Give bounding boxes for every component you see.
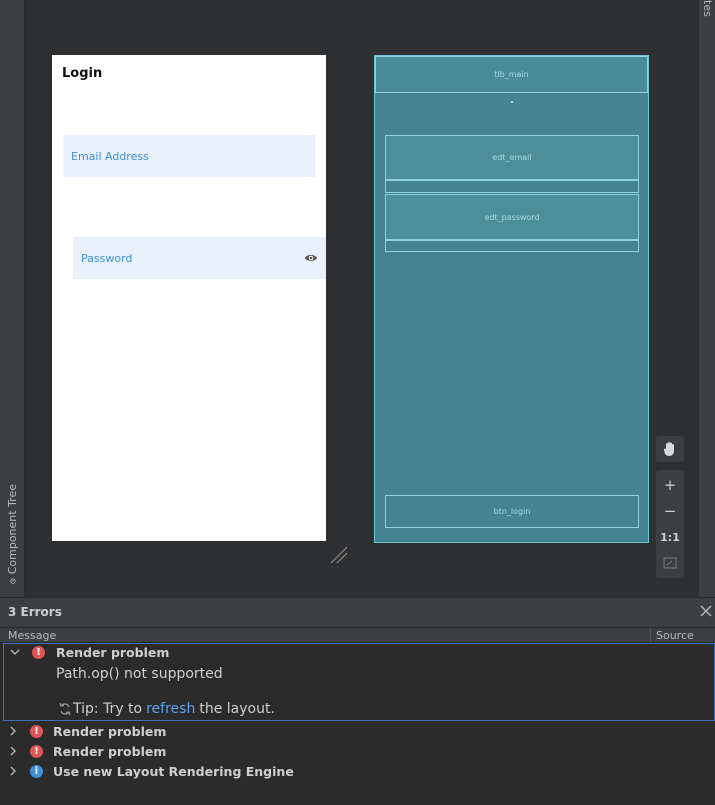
component-tree-icon xyxy=(10,578,16,584)
blueprint-login-button[interactable]: btn_login xyxy=(385,495,639,528)
column-source[interactable]: Source xyxy=(656,628,694,643)
error-row-render-problem-2[interactable]: ! Render problem xyxy=(0,722,715,742)
info-row-layout-engine[interactable]: i Use new Layout Rendering Engine xyxy=(0,762,715,782)
info-row-label: Use new Layout Rendering Engine xyxy=(53,764,294,779)
chevron-right-icon[interactable] xyxy=(8,726,18,736)
error-row-label: Render problem xyxy=(56,645,170,660)
blueprint-password-id: edt_password xyxy=(484,212,540,222)
tip-prefix: Tip: Try to xyxy=(73,701,143,717)
component-tree-label: Component Tree xyxy=(6,484,19,575)
right-panel-label[interactable]: tes xyxy=(701,0,714,17)
blueprint-email-field[interactable]: edt_email xyxy=(385,135,639,180)
email-field[interactable]: Email Address xyxy=(63,135,315,177)
tip-line: Tip: Try to refresh the layout. xyxy=(58,701,275,717)
zoom-in-button[interactable]: + xyxy=(656,472,684,498)
blueprint-toolbar-id: tlb_main xyxy=(494,70,529,79)
error-row-label: Render problem xyxy=(53,744,167,759)
close-icon[interactable] xyxy=(699,604,713,618)
blueprint-email-underline xyxy=(385,180,639,193)
pan-button[interactable] xyxy=(656,436,684,462)
zoom-out-button[interactable]: − xyxy=(656,498,684,524)
resize-handle-icon[interactable] xyxy=(329,545,349,565)
zoom-to-fit-button[interactable] xyxy=(656,550,684,576)
tip-suffix: the layout. xyxy=(199,701,275,717)
blueprint-marker xyxy=(511,101,513,103)
error-icon: ! xyxy=(30,745,43,758)
blueprint-password-underline xyxy=(385,240,639,252)
refresh-icon xyxy=(59,702,71,716)
chevron-right-icon[interactable] xyxy=(8,746,18,756)
chevron-right-icon[interactable] xyxy=(8,766,18,776)
component-tree-tab[interactable]: Component Tree xyxy=(4,484,22,584)
error-icon: ! xyxy=(32,646,45,659)
fit-screen-icon xyxy=(663,557,677,569)
blueprint-email-id: edt_email xyxy=(492,153,532,162)
page-title: Login xyxy=(62,66,103,81)
email-hint: Email Address xyxy=(71,149,149,163)
blueprint-view[interactable]: tlb_main edt_email edt_password btn_logi… xyxy=(374,55,649,543)
right-tool-strip: tes xyxy=(699,0,715,597)
error-icon: ! xyxy=(30,725,43,738)
error-row-label: Render problem xyxy=(53,724,167,739)
column-divider[interactable] xyxy=(650,628,651,643)
blueprint-toolbar[interactable]: tlb_main xyxy=(375,56,648,93)
error-row-render-problem-3[interactable]: ! Render problem xyxy=(0,742,715,762)
error-detail: Path.op() not supported xyxy=(56,666,223,682)
hand-icon xyxy=(663,442,674,456)
design-preview[interactable]: Login Email Address Password xyxy=(52,55,326,541)
errors-panel-header: 3 Errors xyxy=(0,597,715,628)
error-row-render-problem-1[interactable]: ! Render problem xyxy=(0,643,715,663)
actual-size-button[interactable]: 1:1 xyxy=(656,524,684,550)
blueprint-login-id: btn_login xyxy=(493,507,531,516)
errors-title: 3 Errors xyxy=(8,605,62,619)
refresh-link[interactable]: refresh xyxy=(146,701,195,717)
password-field[interactable]: Password xyxy=(73,237,326,279)
chevron-down-icon[interactable] xyxy=(10,647,20,657)
column-message[interactable]: Message xyxy=(8,628,56,643)
blueprint-password-field[interactable]: edt_password xyxy=(385,194,639,240)
info-icon: i xyxy=(30,765,43,778)
password-hint: Password xyxy=(81,251,133,265)
eye-icon[interactable] xyxy=(304,251,318,265)
